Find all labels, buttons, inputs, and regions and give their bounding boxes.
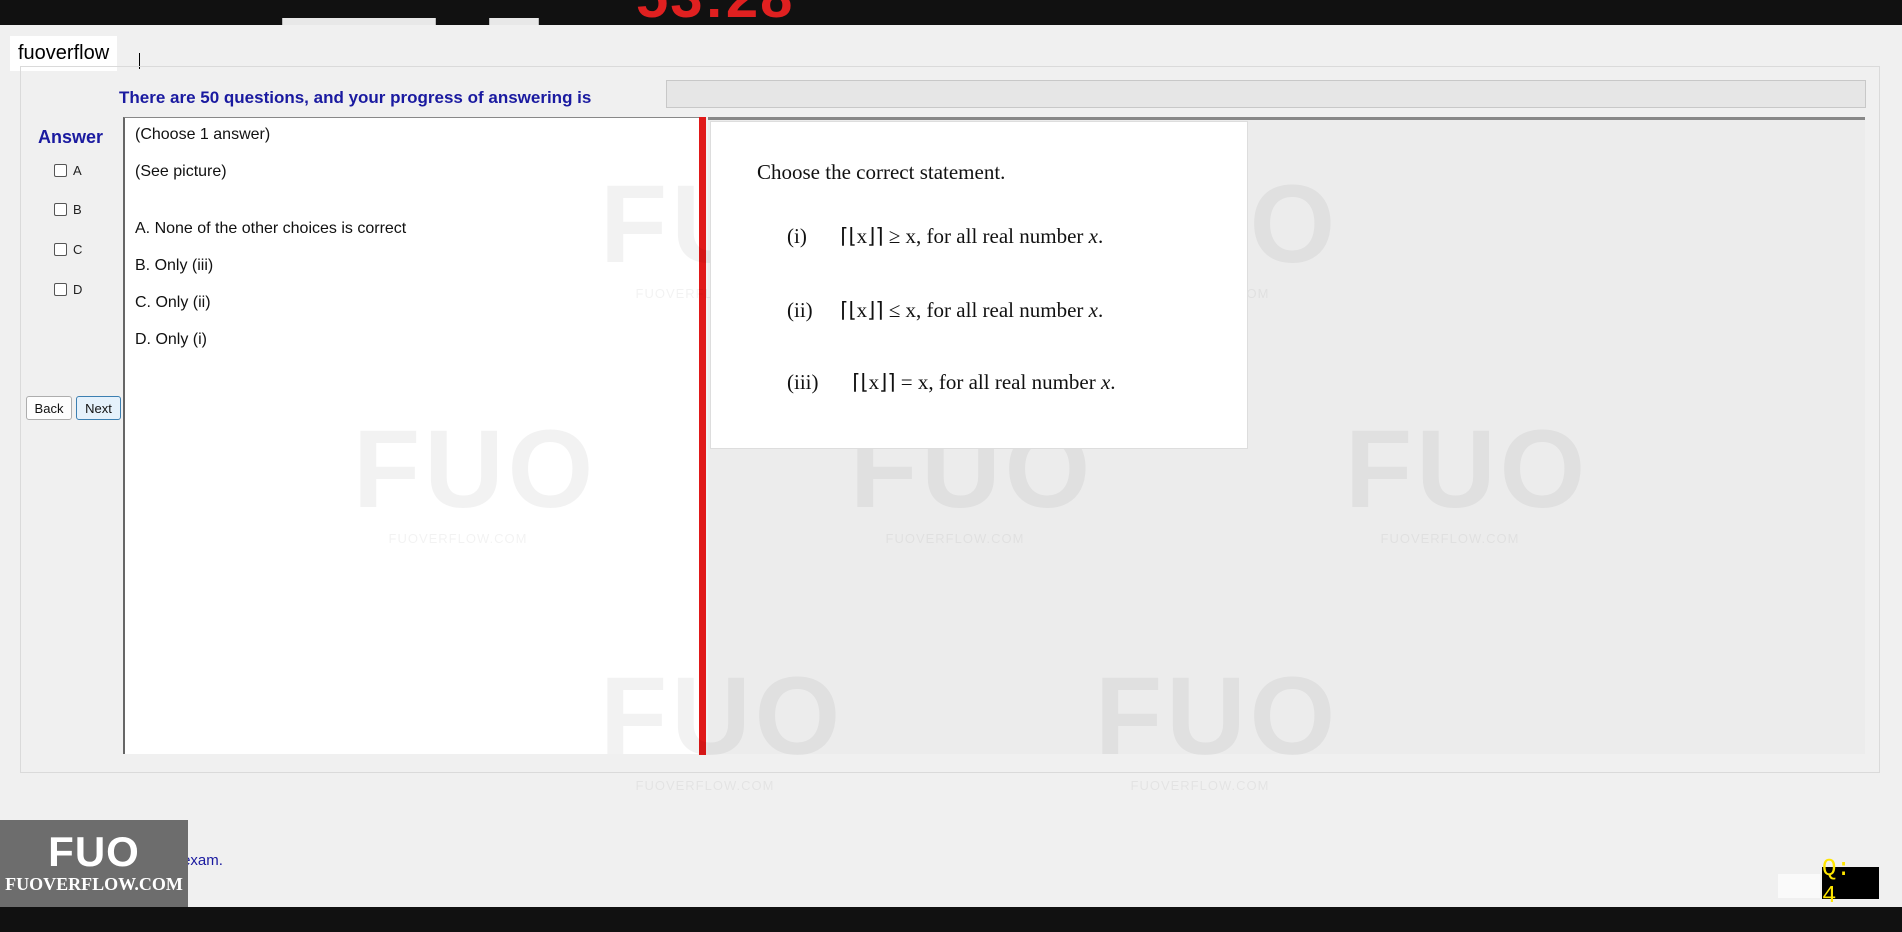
fuoverflow-logo: FUO FUOVERFLOW.COM [0, 820, 188, 907]
checkbox-a[interactable] [54, 164, 67, 177]
answer-option-d[interactable]: D [54, 282, 82, 297]
answer-title: Answer [38, 127, 104, 147]
statement-suffix: for all real number [926, 298, 1084, 322]
choice-c-text: C. Only (ii) [135, 294, 211, 311]
option-label-a: A [73, 163, 82, 178]
option-label-d: D [73, 282, 83, 297]
answer-option-c[interactable]: C [54, 242, 82, 257]
statement-var: x [1088, 298, 1098, 322]
statement-expression: ⌈⌊x⌋⌉ = x, [852, 370, 934, 394]
question-image: Choose the correct statement. (i) ⌈⌊x⌋⌉ … [710, 121, 1248, 449]
splitter-divider[interactable] [699, 117, 706, 755]
checkbox-d[interactable] [54, 283, 67, 296]
statement-label: (iii) [787, 370, 819, 394]
countdown-timer: 53:28 [636, 0, 794, 25]
next-button[interactable]: Next [76, 396, 121, 420]
choice-b-text: B. Only (iii) [135, 257, 214, 274]
answer-option-b[interactable]: B [54, 202, 82, 217]
statement-var: x [1088, 224, 1098, 248]
statement-expression: ⌈⌊x⌋⌉ ≤ x, [840, 298, 922, 322]
statement-end: . [1097, 224, 1104, 248]
top-small-control[interactable] [489, 18, 539, 25]
statement-suffix: for all real number [938, 370, 1096, 394]
choice-d-text: D. Only (i) [135, 331, 207, 348]
statement-label: (ii) [787, 298, 813, 322]
statement-end: . [1097, 298, 1104, 322]
choose-instruction: (Choose 1 answer) [135, 126, 271, 143]
logo-subtext: FUOVERFLOW.COM [5, 874, 183, 894]
checkbox-b[interactable] [54, 203, 67, 216]
answer-option-a[interactable]: A [54, 163, 82, 178]
progress-text: There are 50 questions, and your progres… [119, 88, 592, 107]
statement-var: x [1100, 370, 1111, 394]
statement-end: . [1110, 370, 1116, 394]
bottom-bar [0, 907, 1902, 932]
top-bar: 53:28 [0, 0, 1902, 25]
statement-iii: (iii) ⌈⌊x⌋⌉ = x, for all real number x. [787, 370, 1116, 395]
option-label-b: B [73, 202, 82, 217]
question-counter: Q: 4 [1822, 856, 1879, 910]
progress-bar [666, 80, 1866, 108]
question-heading: Choose the correct statement. [757, 160, 1006, 184]
statement-suffix: for all real number [926, 224, 1084, 248]
option-label-c: C [73, 242, 83, 257]
see-picture-text: (See picture) [135, 163, 227, 180]
statement-i: (i) ⌈⌊x⌋⌉ ≥ x, for all real number x. [787, 224, 1103, 249]
statement-expression: ⌈⌊x⌋⌉ ≥ x, [840, 224, 922, 248]
question-text-box[interactable]: (Choose 1 answer) (See picture) A. None … [123, 117, 701, 754]
choice-a-text: A. None of the other choices is correct [135, 220, 407, 237]
top-dropdown[interactable] [282, 18, 436, 25]
back-button[interactable]: Back [26, 396, 72, 420]
statement-label: (i) [787, 224, 807, 248]
logo-text: FUO [48, 828, 140, 875]
statement-ii: (ii) ⌈⌊x⌋⌉ ≤ x, for all real number x. [787, 298, 1103, 323]
checkbox-c[interactable] [54, 243, 67, 256]
counter-backdrop [1778, 874, 1820, 898]
